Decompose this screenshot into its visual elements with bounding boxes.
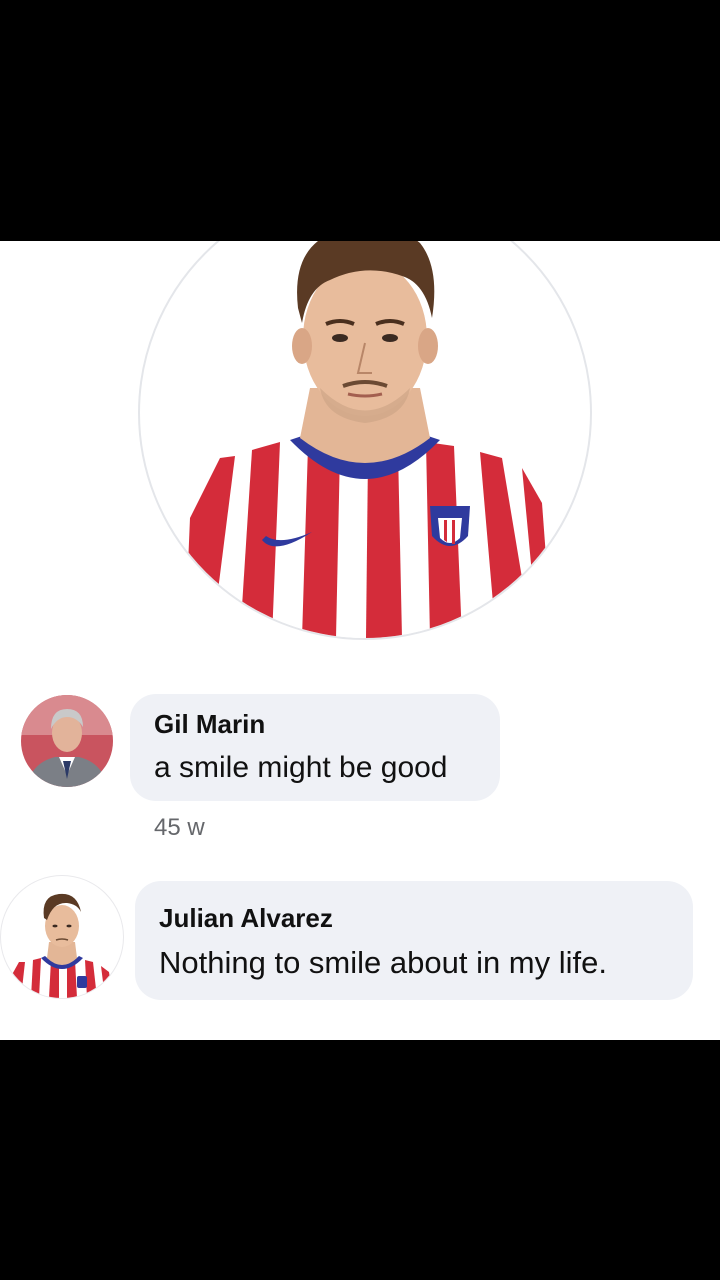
player-portrait-image bbox=[170, 241, 560, 638]
comment-screen: Gil Marin a smile might be good 45 w Jul… bbox=[0, 241, 720, 1040]
letterbox-top bbox=[0, 0, 720, 241]
player-avatar bbox=[5, 893, 119, 998]
man-in-suit-avatar bbox=[21, 695, 113, 787]
comment-text: Nothing to smile about in my life. bbox=[159, 945, 607, 980]
comment-bubble[interactable] bbox=[135, 881, 693, 1000]
letterbox-bottom bbox=[0, 1040, 720, 1280]
comment-author[interactable]: Gil Marin bbox=[154, 709, 265, 740]
comment-timestamp[interactable]: 45 w bbox=[154, 814, 205, 842]
comment-author[interactable]: Julian Alvarez bbox=[159, 903, 333, 934]
comment-text: a smile might be good bbox=[154, 751, 448, 784]
avatar[interactable] bbox=[21, 695, 113, 787]
avatar[interactable] bbox=[0, 875, 124, 999]
profile-photo[interactable] bbox=[138, 241, 592, 640]
